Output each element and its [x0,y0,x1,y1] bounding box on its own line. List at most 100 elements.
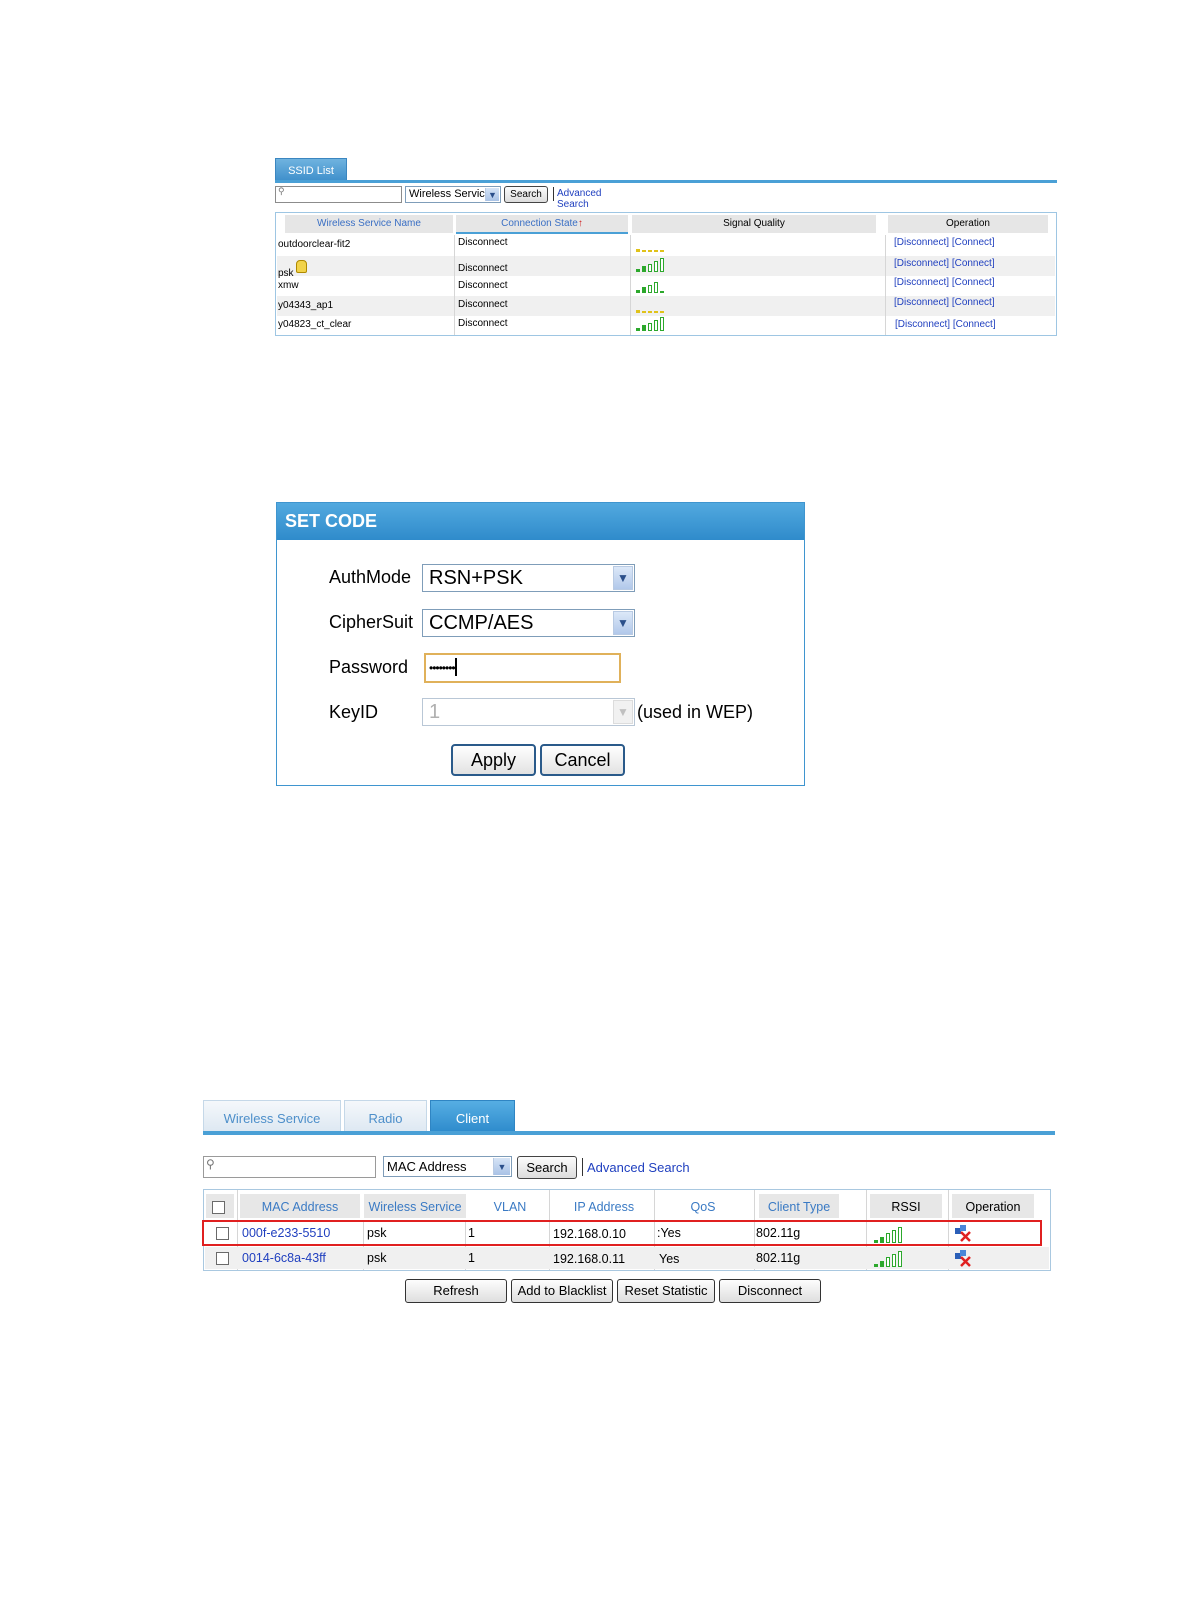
ssid-name: y04823_ct_clear [278,319,352,330]
advanced-search-link[interactable]: Advanced Search [587,1160,690,1175]
ssid-search-field-select[interactable]: Wireless Service ▼ [405,186,501,203]
col-header-rssi: RSSI [870,1194,942,1218]
password-label: Password [329,657,409,677]
ssid-name-text: psk [278,268,294,279]
signal-bar [654,282,658,293]
connection-state: Disconnect [458,263,508,274]
cancel-button[interactable]: Cancel [540,744,625,776]
vlan: 1 [468,1251,475,1265]
signal-bar [636,310,640,313]
operation-links: [Disconnect] [Connect] [894,237,995,248]
signal-quality-icon [636,258,666,272]
apply-button[interactable]: Apply [451,744,536,776]
connect-link[interactable]: [Connect] [953,319,996,330]
signal-bar [648,311,652,313]
reset-statistic-button[interactable]: Reset Statistic [617,1279,715,1303]
disconnect-button[interactable]: Disconnect [719,1279,821,1303]
col-header-wireless-service[interactable]: Wireless Service [364,1194,466,1218]
client-table: MAC Address Wireless Service VLAN IP Add… [202,1189,1051,1271]
ssid-name: outdoorclear-fit2 [278,239,351,250]
signal-bar [648,323,652,331]
ip-address: 192.168.0.11 [553,1252,626,1266]
connection-state: Disconnect [458,318,508,329]
row-checkbox[interactable] [216,1252,229,1265]
sort-arrow-icon: ↑ [577,218,583,229]
client-search-field-select[interactable]: MAC Address ▼ [383,1156,512,1177]
signal-bar [648,250,652,252]
divider [553,187,554,201]
col-header-signal-quality: Signal Quality [632,215,876,233]
signal-bar [660,311,664,313]
col-header-label: Connection State [501,218,578,229]
col-header-client-type[interactable]: Client Type [759,1194,839,1218]
signal-bar [886,1257,890,1267]
client-panel: Wireless Service Radio Client ⚲ MAC Addr… [202,1100,1055,1308]
signal-bar [642,311,646,313]
signal-bar [660,317,664,331]
col-header-vlan[interactable]: VLAN [470,1194,550,1218]
advanced-search-link[interactable]: Advanced Search [557,188,601,210]
add-to-blacklist-button[interactable]: Add to Blacklist [511,1279,613,1303]
signal-bar [636,290,640,293]
signal-bar [654,250,658,252]
col-header-ip-address[interactable]: IP Address [554,1194,654,1218]
signal-quality-icon [636,317,666,331]
tab-client[interactable]: Client [430,1100,515,1132]
select-all-checkbox[interactable] [212,1201,225,1214]
disconnect-client-icon[interactable] [954,1249,972,1267]
col-divider [885,235,886,335]
mac-address-link[interactable]: 0014-6c8a-43ff [242,1251,326,1265]
text-cursor [454,658,457,676]
tab-radio[interactable]: Radio [344,1100,427,1132]
signal-bar [636,269,640,272]
password-value: •••••••• [429,661,456,675]
table-row[interactable]: 0014-6c8a-43ff psk 1 192.168.0.11 Yes 80… [204,1247,1050,1269]
tab-underline [275,180,1057,183]
ssid-search-button[interactable]: Search [504,186,548,203]
ssid-search-input[interactable]: ⚲ [275,186,402,203]
refresh-button[interactable]: Refresh [405,1279,507,1303]
tab-underline [203,1131,1055,1135]
ssid-table: Wireless Service Name Connection State↑ … [275,212,1057,336]
connection-state: Disconnect [458,299,508,310]
tab-ssid-list[interactable]: SSID List [275,158,347,181]
col-divider [454,235,455,335]
col-header-mac-address[interactable]: MAC Address [240,1194,360,1218]
disconnect-link[interactable]: [Disconnect] [894,237,949,248]
connect-link[interactable]: [Connect] [952,237,995,248]
select-value: MAC Address [387,1159,467,1174]
ssid-name: xmw [278,280,299,291]
col-header-connection-state[interactable]: Connection State↑ [456,215,628,233]
tab-wireless-service[interactable]: Wireless Service [203,1100,341,1132]
disconnect-link[interactable]: [Disconnect] [894,297,949,308]
operation-links: [Disconnect] [Connect] [894,258,995,269]
client-search-input[interactable]: ⚲ [203,1156,376,1178]
signal-bar [892,1254,896,1267]
ssid-name: psk [278,260,308,279]
signal-bar [874,1264,878,1267]
col-header-wireless-service-name[interactable]: Wireless Service Name [285,215,453,233]
connect-link[interactable]: [Connect] [952,297,995,308]
signal-bar [648,285,652,293]
connect-link[interactable]: [Connect] [952,258,995,269]
ssid-tabbar: SSID List [275,158,1057,183]
operation-links: [Disconnect] [Connect] [894,277,995,288]
disconnect-link[interactable]: [Disconnect] [895,319,950,330]
connect-link[interactable]: [Connect] [952,277,995,288]
keyid-value: 1 [429,701,441,723]
lock-icon [296,260,308,273]
authmode-select[interactable]: RSN+PSK ▼ [422,564,635,592]
ciphersuit-select[interactable]: CCMP/AES ▼ [422,609,635,637]
disconnect-link[interactable]: [Disconnect] [894,277,949,288]
password-input[interactable]: •••••••• [424,653,621,683]
keyid-note: (used in WEP) [637,702,754,722]
signal-bar [654,320,658,331]
signal-bar [660,291,664,293]
signal-bar [642,325,646,331]
row-highlight-frame [202,1220,1042,1246]
disconnect-link[interactable]: [Disconnect] [894,258,949,269]
col-header-operation: Operation [888,215,1048,233]
client-search-button[interactable]: Search [517,1156,577,1179]
col-header-qos[interactable]: QoS [658,1194,748,1218]
signal-bar [880,1261,884,1267]
